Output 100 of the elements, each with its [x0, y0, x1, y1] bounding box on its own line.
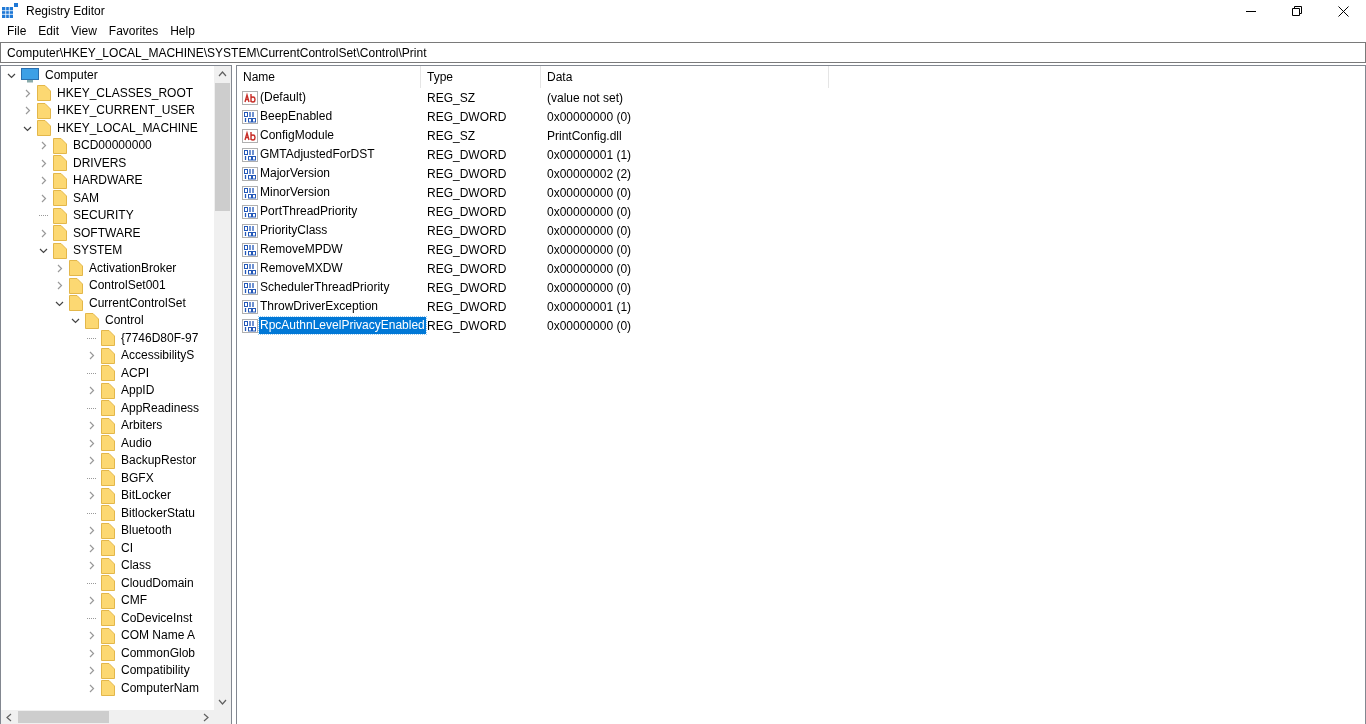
value-name[interactable]: GMTAdjustedForDST [259, 146, 376, 163]
tree-item[interactable]: Computer [44, 68, 98, 84]
table-cell-text: 0x00000000 (0) [546, 203, 633, 221]
tree-item[interactable]: HKEY_LOCAL_MACHINE [56, 120, 198, 136]
tree-item[interactable]: DRIVERS [72, 155, 127, 171]
tree-item[interactable]: ActivationBroker [88, 260, 177, 276]
chevron-right-icon[interactable] [87, 386, 96, 396]
chevron-right-icon[interactable] [23, 88, 32, 98]
chevron-right-icon[interactable] [39, 176, 48, 186]
column-header[interactable]: Name [237, 66, 421, 88]
folder-icon [101, 487, 115, 504]
chevron-right-icon[interactable] [87, 666, 96, 676]
tree-item[interactable]: CMF [120, 593, 147, 609]
chevron-right-icon[interactable] [87, 526, 96, 536]
chevron-right-icon[interactable] [55, 281, 64, 291]
menu-item[interactable]: Favorites [102, 22, 165, 41]
chevron-right-icon[interactable] [87, 683, 96, 693]
table-cell-text: 0x00000000 (0) [546, 260, 633, 278]
menu-item[interactable]: View [65, 22, 103, 41]
value-name[interactable]: MajorVersion [259, 165, 332, 182]
chevron-right-icon[interactable] [87, 561, 96, 571]
tree-item[interactable]: Compatibility [120, 663, 190, 679]
chevron-right-icon[interactable] [87, 421, 96, 431]
value-name[interactable]: RemoveMPDW [259, 241, 344, 258]
table-cell-text: 0x00000000 (0) [546, 241, 633, 259]
tree-item[interactable]: HKEY_CURRENT_USER [56, 103, 196, 119]
value-name[interactable]: ThrowDriverException [259, 298, 380, 315]
menu-item[interactable]: File [1, 22, 33, 41]
folder-icon [37, 102, 51, 119]
table-cell-text: 0x00000002 (2) [546, 165, 633, 183]
column-header[interactable]: Type [421, 66, 541, 88]
menu-item[interactable]: Edit [32, 22, 66, 41]
value-name[interactable]: PriorityClass [259, 222, 329, 239]
tree-item[interactable]: SYSTEM [72, 243, 123, 259]
tree-item[interactable]: Arbiters [120, 418, 163, 434]
scrollbar-thumb[interactable] [18, 711, 109, 723]
tree-item[interactable]: CommonGlob [120, 645, 196, 661]
chevron-down-icon[interactable] [39, 246, 48, 256]
tree-item[interactable]: ACPI [120, 365, 149, 381]
chevron-right-icon[interactable] [23, 106, 32, 116]
table-cell-text: REG_DWORD [426, 146, 508, 164]
folder-icon [101, 417, 115, 434]
value-name[interactable]: (Default) [259, 89, 307, 106]
tree-item[interactable]: COM Name A [120, 628, 195, 644]
vertical-scrollbar[interactable] [214, 66, 231, 710]
column-header[interactable]: Data [541, 66, 829, 88]
horizontal-scrollbar[interactable] [1, 710, 231, 724]
tree-item[interactable]: HARDWARE [72, 173, 143, 189]
tree-item[interactable]: Control [104, 313, 144, 329]
value-name[interactable]: PortThreadPriority [259, 203, 359, 220]
chevron-down-icon[interactable] [71, 316, 80, 326]
tree-item[interactable]: SECURITY [72, 208, 134, 224]
tree-item[interactable]: AppReadiness [120, 400, 200, 416]
chevron-right-icon[interactable] [39, 158, 48, 168]
string-value-icon [242, 128, 258, 143]
tree-item[interactable]: BCD00000000 [72, 138, 152, 154]
table-cell-text: 0x00000000 (0) [546, 184, 633, 202]
chevron-right-icon[interactable] [87, 596, 96, 606]
chevron-right-icon[interactable] [87, 456, 96, 466]
table-cell-text: REG_SZ [426, 127, 476, 145]
value-name[interactable]: SchedulerThreadPriority [259, 279, 391, 296]
tree-item[interactable]: HKEY_CLASSES_ROOT [56, 85, 194, 101]
scrollbar-thumb[interactable] [215, 83, 230, 211]
value-name[interactable]: ConfigModule [259, 127, 336, 144]
tree-item[interactable]: BitlockerStatu [120, 505, 196, 521]
value-name[interactable]: RemoveMXDW [259, 260, 344, 277]
tree-item[interactable]: {7746D80F-97 [120, 330, 199, 346]
menu-item[interactable]: Help [164, 22, 201, 41]
tree-item[interactable]: Bluetooth [120, 523, 172, 539]
tree-item[interactable]: AccessibilityS [120, 348, 195, 364]
tree-item[interactable]: ControlSet001 [88, 278, 166, 294]
value-name[interactable]: RpcAuthnLevelPrivacyEnabled [259, 317, 426, 334]
value-name[interactable]: MinorVersion [259, 184, 332, 201]
tree-item[interactable]: BitLocker [120, 488, 172, 504]
binary-value-icon [242, 109, 258, 124]
tree-item[interactable]: ComputerNam [120, 680, 200, 696]
tree-item[interactable]: SOFTWARE [72, 225, 141, 241]
chevron-right-icon[interactable] [39, 141, 48, 151]
tree-item[interactable]: Audio [120, 435, 152, 451]
tree-item[interactable]: BackupRestor [120, 453, 197, 469]
chevron-right-icon[interactable] [55, 263, 64, 273]
chevron-down-icon[interactable] [7, 71, 16, 81]
tree-item[interactable]: Class [120, 558, 151, 574]
tree-item[interactable]: CurrentControlSet [88, 295, 186, 311]
tree-item[interactable]: BGFX [120, 470, 154, 486]
address-bar[interactable]: Computer\HKEY_LOCAL_MACHINE\SYSTEM\CurrentControlSet\Control\Print [0, 42, 1366, 63]
chevron-right-icon[interactable] [39, 228, 48, 238]
chevron-right-icon[interactable] [39, 193, 48, 203]
chevron-right-icon[interactable] [87, 438, 96, 448]
chevron-right-icon[interactable] [87, 631, 96, 641]
value-name[interactable]: BeepEnabled [259, 108, 334, 125]
tree-item[interactable]: SAM [72, 190, 99, 206]
chevron-right-icon[interactable] [87, 543, 96, 553]
tree-item[interactable]: AppID [120, 383, 155, 399]
tree-item[interactable]: CloudDomain [120, 575, 194, 591]
tree-item[interactable]: CI [120, 540, 133, 556]
chevron-right-icon[interactable] [87, 491, 96, 501]
chevron-right-icon[interactable] [87, 351, 96, 361]
chevron-right-icon[interactable] [87, 648, 96, 658]
tree-item[interactable]: CoDeviceInst [120, 610, 193, 626]
